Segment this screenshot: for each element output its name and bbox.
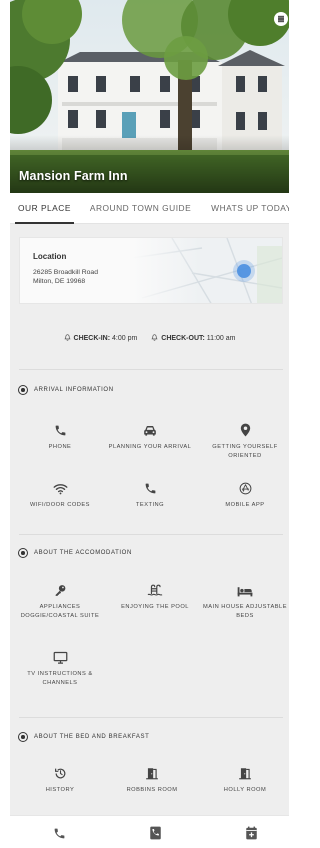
section-bullet-icon	[18, 548, 28, 558]
inn-title: Mansion Farm Inn	[19, 169, 128, 183]
planning-arrival-item[interactable]: PLANNING YOUR ARRIVAL	[100, 422, 200, 452]
texting-item[interactable]: TEXTING	[100, 480, 200, 510]
map-thumbnail[interactable]	[132, 238, 282, 304]
item-label: TV INSTRUCTIONS & CHANNELS	[27, 671, 93, 686]
phone-item[interactable]: PHONE	[10, 422, 110, 452]
enjoying-pool-item[interactable]: ENJOYING THE POOL	[105, 582, 205, 612]
bottom-nav-bar	[10, 815, 289, 848]
item-label: GETTING YOURSELF ORIENTED	[212, 444, 278, 459]
adjustable-beds-item[interactable]: MAIN HOUSE ADJUSTABLE BEDS	[195, 582, 289, 620]
checkin-group: CHECK-IN: 4:00 pm	[64, 334, 138, 342]
map-pin-icon	[240, 423, 250, 437]
divider	[19, 717, 283, 718]
item-label: HOLLY ROOM	[223, 787, 267, 793]
section-title: ABOUT THE BED AND BREAKFAST	[34, 734, 150, 740]
location-label: Location	[33, 252, 67, 261]
item-label: MOBILE APP	[225, 502, 265, 508]
location-card[interactable]: Location 26285 Broadkill Road Milton, DE…	[19, 237, 283, 304]
section-bullet-icon	[18, 732, 28, 742]
bed-icon	[237, 587, 253, 597]
tab-our-place[interactable]: OUR PLACE	[15, 193, 74, 224]
phone-icon	[55, 425, 65, 436]
phone-icon	[54, 828, 64, 838]
section-bullet-icon	[18, 385, 28, 395]
divider	[19, 534, 283, 535]
checkin-checkout-row: CHECK-IN: 4:00 pm CHECK-OUT: 11:00 am	[10, 334, 289, 342]
item-label: PHONE	[48, 444, 72, 450]
wifi-icon	[53, 484, 67, 495]
getting-oriented-item[interactable]: GETTING YOURSELF ORIENTED	[195, 422, 289, 460]
door-icon	[146, 768, 158, 780]
section-arrival-information: ARRIVAL INFORMATION PHONE PLANNING YOUR …	[10, 383, 289, 533]
item-label: ENJOYING THE POOL	[121, 604, 189, 610]
tab-whats-up-today[interactable]: WHATS UP TODAY	[207, 193, 289, 224]
item-label: TEXTING	[135, 502, 165, 508]
checkin-time: 4:00 pm	[112, 335, 138, 342]
hero-image: Mansion Farm Inn	[10, 0, 289, 193]
holly-room-item[interactable]: HOLLY ROOM	[195, 765, 289, 795]
inn-photo	[10, 0, 289, 193]
checkout-group: CHECK-OUT: 11:00 am	[151, 334, 235, 342]
mobile-app-item[interactable]: MOBILE APP	[195, 480, 289, 510]
section-title: ARRIVAL INFORMATION	[34, 387, 114, 393]
app-screen: Mansion Farm Inn OUR PLACE AROUND TOWN G…	[10, 0, 289, 848]
key-icon	[55, 585, 65, 596]
address-line-2: Milton, DE 19968	[33, 277, 86, 285]
checkout-time: 11:00 am	[206, 335, 236, 342]
app-store-icon	[239, 482, 251, 495]
robbins-room-item[interactable]: ROBBINS ROOM	[102, 765, 202, 795]
door-icon	[239, 768, 251, 780]
phone-book-icon	[149, 826, 161, 840]
item-label: ROBBINS ROOM	[126, 787, 178, 793]
pool-ladder-icon	[147, 584, 163, 596]
menu-dots-icon[interactable]	[274, 12, 288, 26]
tv-icon	[53, 651, 67, 664]
bottom-phone-button[interactable]	[51, 825, 67, 841]
phone-icon	[145, 483, 155, 494]
wifi-door-codes-item[interactable]: WIFI/DOOR CODES	[10, 480, 110, 510]
tab-around-town-guide[interactable]: AROUND TOWN GUIDE	[86, 193, 195, 224]
item-label: MAIN HOUSE ADJUSTABLE BEDS	[202, 604, 288, 619]
tv-instructions-item[interactable]: TV INSTRUCTIONS & CHANNELS	[10, 649, 110, 687]
item-label: WIFI/DOOR CODES	[30, 502, 90, 508]
bell-icon	[64, 334, 70, 341]
item-label: HISTORY	[45, 787, 75, 793]
history-item[interactable]: HISTORY	[10, 765, 110, 795]
item-label: PLANNING YOUR ARRIVAL	[108, 444, 192, 450]
tab-bar: OUR PLACE AROUND TOWN GUIDE WHATS UP TOD…	[10, 193, 289, 224]
section-about-the-accomodation: ABOUT THE ACCOMODATION APPLIANCES DOGGIE…	[10, 546, 289, 706]
appliances-item[interactable]: APPLIANCES DOGGIE/COASTAL SUITE	[10, 582, 110, 620]
bell-icon	[151, 334, 158, 341]
history-icon	[54, 768, 65, 779]
section-about-the-bed-and-breakfast: ABOUT THE BED AND BREAKFAST HISTORY ROBB…	[10, 730, 289, 815]
bottom-calendar-button[interactable]	[243, 825, 259, 841]
calendar-add-icon	[245, 826, 257, 840]
item-label: APPLIANCES DOGGIE/COASTAL SUITE	[20, 604, 100, 619]
address-line-1: 26285 Broadkill Road	[33, 269, 98, 276]
bottom-phone-book-button[interactable]	[147, 825, 163, 841]
car-icon	[144, 426, 156, 436]
checkout-label: CHECK-OUT:	[161, 335, 205, 342]
divider	[19, 369, 283, 370]
section-title: ABOUT THE ACCOMODATION	[34, 550, 132, 556]
checkin-label: CHECK-IN:	[73, 335, 111, 342]
